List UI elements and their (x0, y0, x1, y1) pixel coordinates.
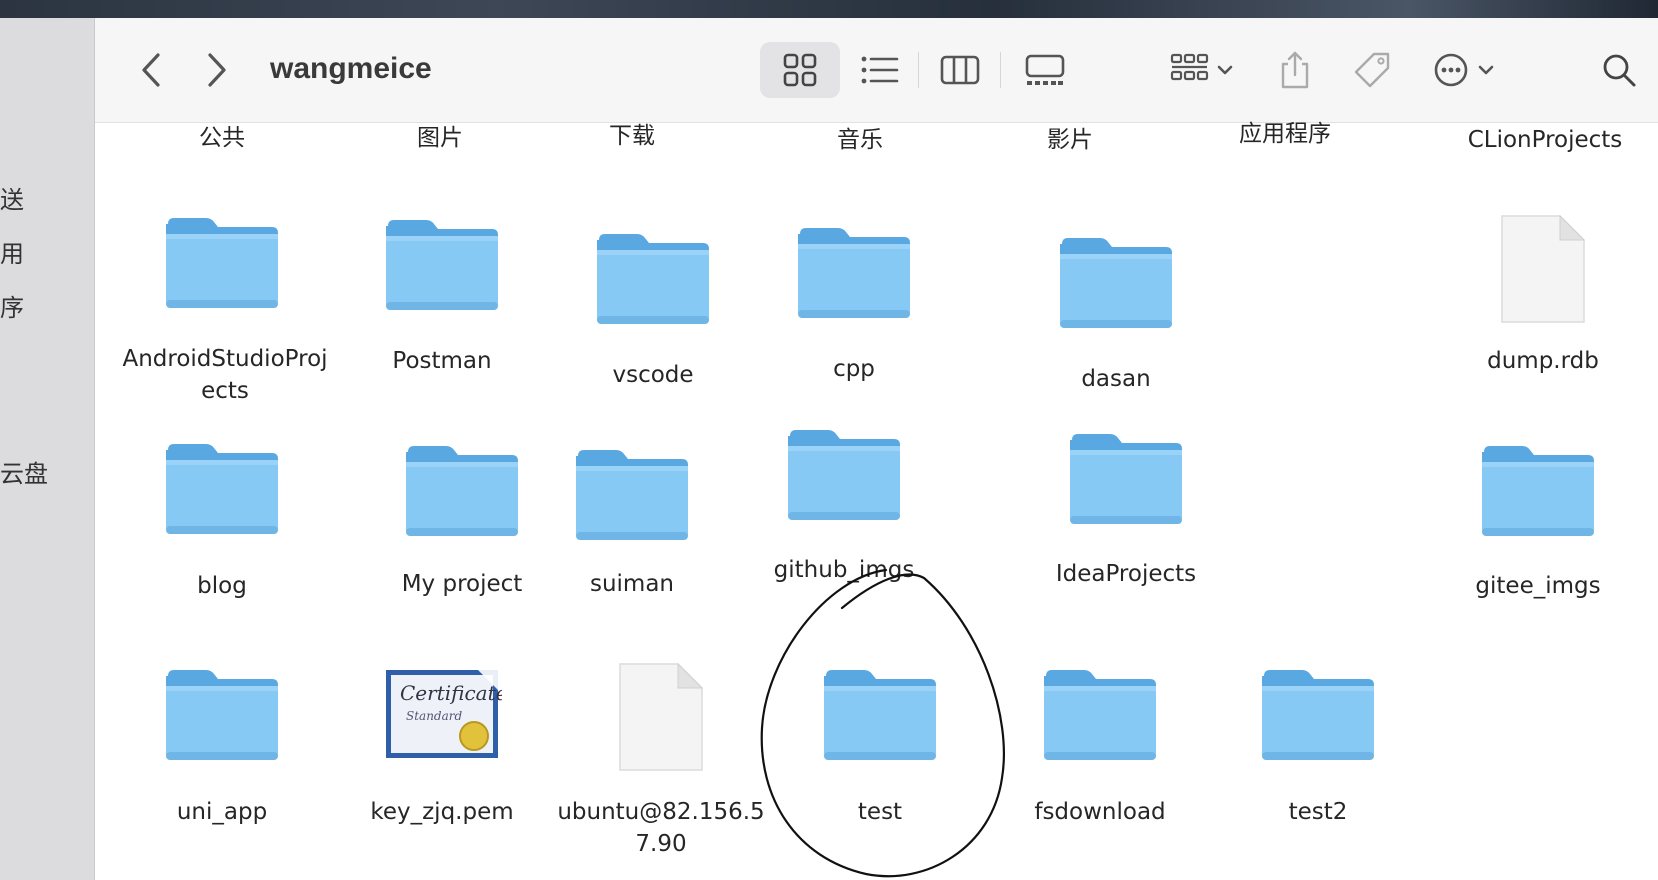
file-name[interactable]: My project (372, 568, 552, 600)
svg-text:Certificate: Certificate (400, 681, 502, 705)
back-button[interactable] (134, 50, 168, 90)
icon-view-icon (783, 53, 817, 87)
certificate-item[interactable]: Certificate Standard (382, 664, 507, 769)
group-by-icon (1170, 53, 1209, 81)
group-by-button[interactable] (1160, 46, 1244, 94)
svg-text:Standard: Standard (406, 709, 462, 723)
column-view-icon (940, 55, 980, 85)
folder-icon (784, 424, 904, 524)
file-name[interactable]: ubuntu@82.156.5 7.90 (556, 796, 766, 860)
desktop-background (0, 0, 1658, 18)
chevron-down-icon (1478, 65, 1494, 75)
folder-item[interactable] (593, 228, 713, 333)
toolbar-separator (918, 52, 919, 88)
file-name[interactable]: fsdownload (1010, 796, 1190, 828)
certificate-icon: Certificate Standard (386, 670, 507, 758)
window-title: wangmeice (270, 52, 432, 85)
icon-view-button[interactable] (760, 42, 840, 98)
search-button[interactable] (1596, 46, 1642, 94)
file-name[interactable]: github_imgs (754, 554, 934, 586)
folder-item[interactable] (1258, 664, 1378, 769)
folder-item[interactable] (162, 438, 282, 543)
folder-item[interactable] (402, 440, 522, 545)
folder-icon (1258, 664, 1378, 764)
gallery-view-button[interactable] (1014, 46, 1076, 94)
folder-icon (820, 664, 940, 764)
folder-item[interactable] (572, 444, 692, 549)
sidebar-item-recents[interactable]: 用 (0, 234, 24, 269)
folder-icon (1040, 664, 1160, 764)
folder-icon (162, 438, 282, 538)
folder-icon (593, 228, 713, 328)
folder-icon (572, 444, 692, 544)
file-name[interactable]: dasan (1036, 363, 1196, 395)
file-name[interactable]: uni_app (142, 796, 302, 828)
file-name[interactable]: IdeaProjects (1036, 558, 1216, 590)
folder-item[interactable] (794, 222, 914, 327)
tag-button[interactable] (1346, 46, 1398, 94)
file-name[interactable]: suiman (552, 568, 712, 600)
folder-icon (1056, 232, 1176, 332)
sidebar-item-icloud-drive[interactable]: 云盘 (0, 454, 48, 489)
file-name[interactable]: key_zjq.pem (362, 796, 522, 828)
folder-item-test[interactable] (820, 664, 940, 769)
folder-label-movies[interactable]: 影片 (1010, 124, 1130, 156)
folder-item[interactable] (162, 664, 282, 769)
file-name[interactable]: AndroidStudioProj ects (110, 343, 340, 407)
folder-item[interactable] (382, 214, 502, 319)
chevron-down-icon (1217, 65, 1233, 75)
file-name-test[interactable]: test (800, 796, 960, 828)
folder-item[interactable] (1040, 664, 1160, 769)
file-name[interactable]: test2 (1238, 796, 1398, 828)
folder-icon (162, 212, 282, 312)
folder-item[interactable] (1056, 232, 1176, 337)
folder-item[interactable] (162, 212, 282, 317)
file-name[interactable]: vscode (573, 359, 733, 391)
folder-item[interactable] (1478, 440, 1598, 545)
column-view-button[interactable] (932, 46, 988, 94)
chevron-left-icon (142, 53, 160, 87)
sidebar-item-applications[interactable]: 序 (0, 288, 24, 323)
document-icon (616, 660, 706, 774)
file-name[interactable]: blog (142, 570, 302, 602)
more-actions-button[interactable] (1424, 46, 1504, 94)
forward-button[interactable] (200, 50, 234, 90)
folder-icon (1066, 428, 1186, 528)
chevron-right-icon (208, 53, 226, 87)
document-icon (1498, 212, 1588, 326)
file-name[interactable]: gitee_imgs (1448, 570, 1628, 602)
folder-item[interactable] (784, 424, 904, 529)
file-name[interactable]: cpp (774, 353, 934, 385)
file-name[interactable]: dump.rdb (1463, 345, 1623, 377)
sidebar-item-airdrop[interactable]: 送 (0, 180, 24, 215)
toolbar-separator (1000, 52, 1001, 88)
document-item[interactable] (616, 660, 706, 779)
share-button[interactable] (1270, 44, 1320, 96)
folder-label-music[interactable]: 音乐 (800, 124, 920, 156)
folder-label-public[interactable]: 公共 (162, 122, 282, 154)
search-icon (1603, 54, 1636, 87)
list-view-button[interactable] (852, 46, 908, 94)
folder-label-downloads[interactable]: 下载 (572, 120, 692, 152)
file-name[interactable]: Postman (362, 345, 522, 377)
tag-icon (1354, 52, 1390, 88)
folder-icon (794, 222, 914, 322)
folder-icon (402, 440, 522, 540)
folder-item[interactable] (1066, 428, 1186, 533)
share-icon (1281, 51, 1309, 89)
finder-sidebar: 送 用 序 云盘 (0, 18, 95, 880)
folder-icon (382, 214, 502, 314)
gallery-view-icon (1025, 54, 1065, 85)
folder-label-pictures[interactable]: 图片 (380, 122, 500, 154)
document-item[interactable] (1498, 212, 1588, 331)
more-icon (1434, 53, 1468, 87)
folder-label-applications[interactable]: 应用程序 (1200, 118, 1370, 150)
list-view-icon (861, 56, 899, 84)
folder-icon (1478, 440, 1598, 540)
folder-icon (162, 664, 282, 764)
folder-label-clionprojects[interactable]: CLionProjects (1440, 124, 1650, 156)
